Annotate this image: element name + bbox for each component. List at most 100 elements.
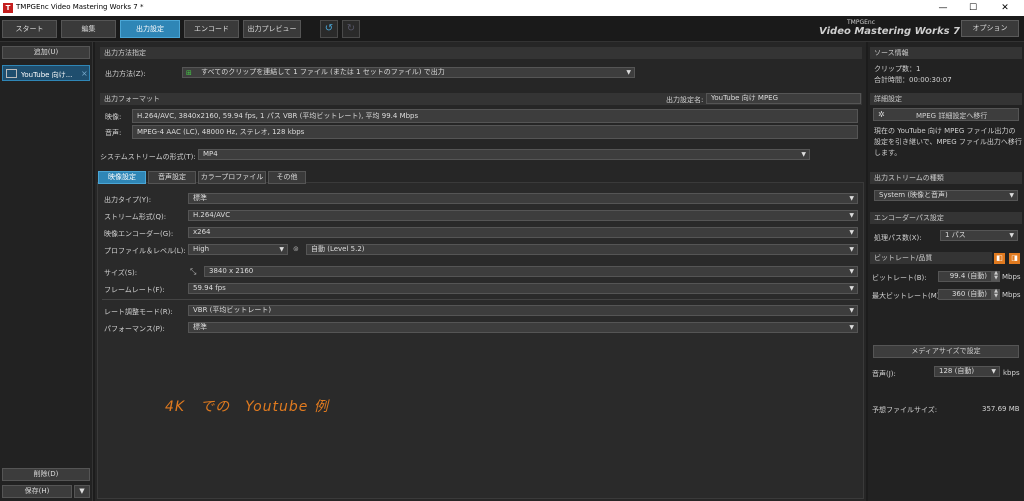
bitrate-input[interactable]: 99.4 (自動) xyxy=(938,271,992,282)
info-panel: ソース情報 クリップ数：1 合計時間：00:00:30:07 詳細設定 ✲ MP… xyxy=(868,42,1024,501)
add-clip-button[interactable]: 追加(U) xyxy=(2,46,90,59)
output-name-label: 出力設定名: xyxy=(666,96,704,104)
maximize-button[interactable]: ☐ xyxy=(958,0,988,16)
output-method-label: 出力方法(Z): xyxy=(105,70,146,78)
bitrate-label: ビットレート(B): xyxy=(872,274,927,282)
chevron-down-icon: ▼ xyxy=(849,268,854,275)
chevron-down-icon: ▼ xyxy=(1009,192,1014,199)
close-button[interactable]: ✕ xyxy=(990,0,1020,16)
max-bitrate-input[interactable]: 360 (自動) xyxy=(938,289,992,300)
output-type-select[interactable]: 標準 ▼ xyxy=(188,193,858,204)
size-value: 3840 x 2160 xyxy=(209,267,254,275)
profile-level-label: プロファイル＆レベル(L): xyxy=(104,247,186,255)
mpeg-detail-button[interactable]: ✲ MPEG 詳細設定へ移行 xyxy=(873,108,1019,121)
audio-bitrate-value: 128 (自動) xyxy=(939,367,975,375)
total-time: 合計時間：00:00:30:07 xyxy=(874,76,952,84)
system-stream-select[interactable]: MP4 ▼ xyxy=(198,149,810,160)
video-encoder-select[interactable]: x264 ▼ xyxy=(188,227,858,238)
output-method-select[interactable]: ⊞ すべてのクリップを連結して 1 ファイル (または 1 セットのファイル) … xyxy=(182,67,635,78)
tab-audio-settings[interactable]: 音声設定 xyxy=(148,171,196,184)
window-title: TMPGEnc Video Mastering Works 7 * xyxy=(16,3,144,11)
tab-color-profile[interactable]: カラープロファイル xyxy=(198,171,266,184)
stream-kind-header: 出力ストリームの種類 xyxy=(870,172,1022,184)
size-select[interactable]: 3840 x 2160 ▼ xyxy=(204,266,858,277)
resize-icon[interactable]: ⤡ xyxy=(190,267,196,277)
minimize-button[interactable]: — xyxy=(928,0,958,16)
level-select[interactable]: 自動 (Level 5.2) ▼ xyxy=(306,244,858,255)
chevron-down-icon: ▼ xyxy=(849,307,854,314)
tab-other[interactable]: その他 xyxy=(268,171,306,184)
undo-icon[interactable]: ↺ xyxy=(320,20,338,38)
tab-edit[interactable]: 編集 xyxy=(61,20,116,38)
video-encoder-label: 映像エンコーダー(G): xyxy=(104,230,174,238)
bitrate-quality-header: ビットレート/品質 xyxy=(870,252,992,264)
max-bitrate-label: 最大ビットレート(M): xyxy=(872,292,942,300)
tab-video-settings[interactable]: 映像設定 xyxy=(98,171,146,184)
frame-rate-select[interactable]: 59.94 fps ▼ xyxy=(188,283,858,294)
options-button[interactable]: オプション xyxy=(961,20,1019,37)
system-stream-label: システムストリームの形式(T): xyxy=(100,153,196,161)
clip-name: YouTube 向け... xyxy=(21,71,73,79)
stream-kind-value: System (映像と音声) xyxy=(879,191,948,199)
audio-bitrate-label: 音声(J): xyxy=(872,370,896,378)
chevron-down-icon: ▼ xyxy=(279,246,284,253)
bitrate-spinner[interactable]: ▲ ▼ xyxy=(992,271,1000,282)
frame-rate-label: フレームレート(F): xyxy=(104,286,165,294)
tab-start[interactable]: スタート xyxy=(2,20,57,38)
rate-control-select[interactable]: VBR (平均ビットレート) ▼ xyxy=(188,305,858,316)
tab-output-preview[interactable]: 出力プレビュー xyxy=(243,20,301,38)
pass-count-value: 1 パス xyxy=(945,231,966,239)
pass-count-label: 処理パス数(X): xyxy=(874,234,922,242)
divider xyxy=(102,299,860,300)
join-icon: ⊞ xyxy=(186,69,192,77)
stream-format-label: ストリーム形式(Q): xyxy=(104,213,167,221)
detail-settings-header: 詳細設定 xyxy=(870,93,1022,105)
media-size-button[interactable]: メディアサイズで設定 xyxy=(873,345,1019,358)
output-settings-panel: 出力方法指定 出力方法(Z): ⊞ すべてのクリップを連結して 1 ファイル (… xyxy=(95,42,866,501)
save-dropdown-icon[interactable]: ▼ xyxy=(74,485,90,498)
chevron-down-icon: ▼ xyxy=(849,324,854,331)
chain-icon: ⊚ xyxy=(293,245,299,253)
clip-item[interactable]: YouTube 向け... × xyxy=(2,65,90,81)
output-type-label: 出力タイプ(Y): xyxy=(104,196,152,204)
pass-count-select[interactable]: 1 パス ▼ xyxy=(940,230,1018,241)
output-name-field: YouTube 向け MPEG xyxy=(706,93,861,104)
brand-large: Video Mastering Works 7 xyxy=(819,26,960,37)
redo-icon[interactable]: ↻ xyxy=(342,20,360,38)
stream-kind-select[interactable]: System (映像と音声) ▼ xyxy=(874,190,1018,201)
brand-logo: TMPGEnc Video Mastering Works 7 xyxy=(810,19,960,39)
output-type-value: 標準 xyxy=(193,194,207,202)
performance-select[interactable]: 標準 ▼ xyxy=(188,322,858,333)
delete-clip-button[interactable]: 削除(D) xyxy=(2,468,90,481)
frame-rate-value: 59.94 fps xyxy=(193,284,226,292)
rate-control-value: VBR (平均ビットレート) xyxy=(193,306,272,314)
stream-format-select[interactable]: H.264/AVC ▼ xyxy=(188,210,858,221)
quality-mode-icon[interactable]: ◨ xyxy=(1009,253,1020,264)
output-method-value: すべてのクリップを連結して 1 ファイル (または 1 セットのファイル) で出… xyxy=(201,68,445,76)
estimated-size-value: 357.69 MB xyxy=(982,405,1020,413)
source-info-header: ソース情報 xyxy=(870,47,1022,59)
max-bitrate-spinner[interactable]: ▲ ▼ xyxy=(992,289,1000,300)
profile-value: High xyxy=(193,245,210,253)
clip-count: クリップ数：1 xyxy=(874,65,921,73)
mpeg-detail-button-label: MPEG 詳細設定へ移行 xyxy=(916,112,988,120)
save-button[interactable]: 保存(H) xyxy=(2,485,72,498)
video-encoder-value: x264 xyxy=(193,228,211,236)
performance-label: パフォーマンス(P): xyxy=(104,325,165,333)
chevron-down-icon: ▼ xyxy=(849,285,854,292)
clip-remove-icon[interactable]: × xyxy=(81,69,88,78)
film-icon xyxy=(6,69,17,78)
chevron-down-icon: ▼ xyxy=(1009,232,1014,239)
gear-icon: ✲ xyxy=(878,110,885,119)
performance-value: 標準 xyxy=(193,323,207,331)
bitrate-unit: Mbps xyxy=(1002,273,1021,281)
tab-output-settings[interactable]: 出力設定 xyxy=(120,20,180,38)
profile-select[interactable]: High ▼ xyxy=(188,244,288,255)
system-stream-value: MP4 xyxy=(203,150,218,158)
audio-bitrate-select[interactable]: 128 (自動) ▼ xyxy=(934,366,1000,377)
tab-encode[interactable]: エンコード xyxy=(184,20,239,38)
size-label: サイズ(S): xyxy=(104,269,138,277)
chevron-down-icon: ▼ xyxy=(849,195,854,202)
app-logo-icon: T xyxy=(3,3,13,13)
bitrate-mode-icon[interactable]: ◧ xyxy=(994,253,1005,264)
